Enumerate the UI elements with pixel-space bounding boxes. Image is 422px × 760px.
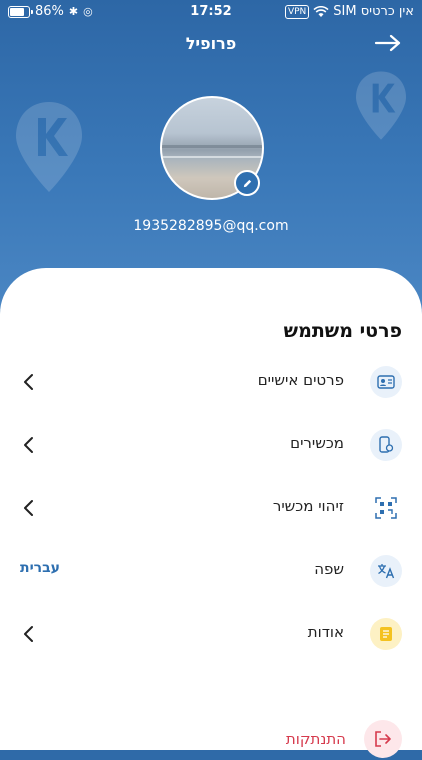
document-icon <box>370 618 402 650</box>
back-button[interactable] <box>372 30 404 56</box>
menu-item-label: שפה <box>314 560 344 578</box>
logo-watermark-icon <box>355 71 407 140</box>
logout-icon <box>364 720 402 758</box>
logout-button[interactable]: התנתקות <box>0 720 422 760</box>
edit-avatar-button[interactable] <box>234 170 260 196</box>
menu-item-label: פרטים אישיים <box>257 371 344 389</box>
id-card-icon <box>370 366 402 398</box>
menu-item-device-identification[interactable]: זיהוי מכשיר <box>0 482 422 538</box>
chevron-left-icon <box>24 437 33 453</box>
logout-label: התנתקות <box>285 730 346 748</box>
chevron-left-icon <box>24 374 33 390</box>
menu-item-personal-details[interactable]: פרטים אישיים <box>0 356 422 412</box>
carrier-label: אין כרטיס SIM <box>333 4 414 19</box>
arrow-right-icon <box>374 34 401 52</box>
menu-item-label: זיהוי מכשיר <box>272 497 344 515</box>
qr-scan-icon <box>370 492 402 524</box>
section-title: פרטי משתמש <box>283 320 402 342</box>
status-right: VPN אין כרטיס SIM <box>284 4 414 19</box>
language-value: עברית <box>20 560 60 576</box>
device-icon <box>370 429 402 461</box>
chevron-left-icon <box>24 500 33 516</box>
vpn-badge: VPN <box>284 4 310 19</box>
chevron-left-icon <box>24 626 33 642</box>
translate-icon <box>370 555 402 587</box>
user-email: 1935282895@qq.com <box>133 218 289 234</box>
status-bar: 86% ✱ ◎ 17:52 VPN אין כרטיס SIM <box>0 0 422 24</box>
profile-header: 86% ✱ ◎ 17:52 VPN אין כרטיס SIM פרופיל 1… <box>0 0 422 310</box>
page-title: פרופיל <box>185 34 237 53</box>
avatar-container <box>160 96 264 200</box>
menu-item-devices[interactable]: מכשירים <box>0 419 422 475</box>
menu-item-about[interactable]: אודות <box>0 608 422 664</box>
menu-item-label: מכשירים <box>290 434 344 452</box>
menu-item-language[interactable]: שפה עברית <box>0 545 422 601</box>
menu-item-label: אודות <box>307 623 344 641</box>
pencil-icon <box>243 179 251 187</box>
logo-watermark-icon <box>16 102 82 192</box>
wifi-icon <box>313 5 329 17</box>
